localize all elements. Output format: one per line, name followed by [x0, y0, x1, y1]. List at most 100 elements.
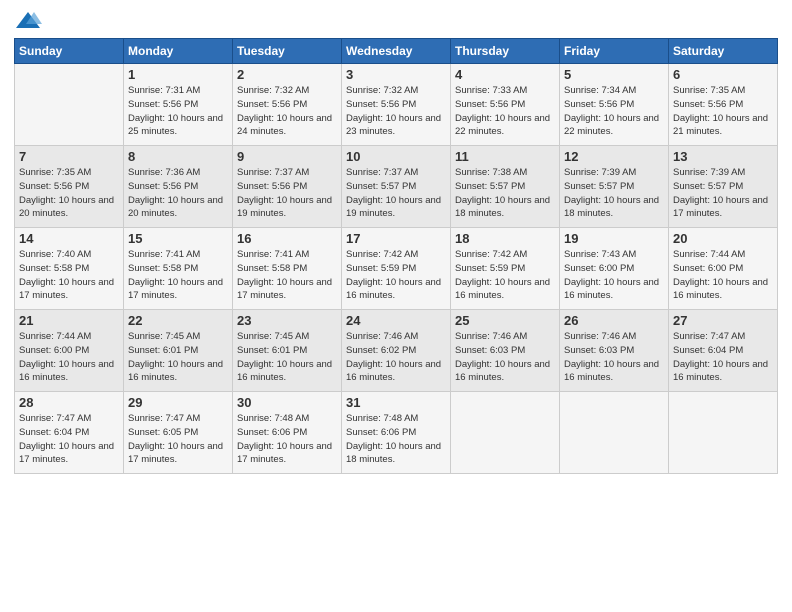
- calendar-cell: 1 Sunrise: 7:31 AMSunset: 5:56 PMDaylight…: [124, 64, 233, 146]
- day-detail: Sunrise: 7:46 AMSunset: 6:03 PMDaylight:…: [564, 330, 664, 385]
- day-number: 5: [564, 67, 664, 82]
- column-header-saturday: Saturday: [669, 39, 778, 64]
- day-number: 21: [19, 313, 119, 328]
- day-number: 7: [19, 149, 119, 164]
- day-detail: Sunrise: 7:44 AMSunset: 6:00 PMDaylight:…: [673, 248, 773, 303]
- calendar-cell: 30 Sunrise: 7:48 AMSunset: 6:06 PMDayligh…: [233, 392, 342, 474]
- day-number: 4: [455, 67, 555, 82]
- day-detail: Sunrise: 7:37 AMSunset: 5:56 PMDaylight:…: [237, 166, 337, 221]
- calendar-cell: 3Sunrise: 7:32 AMSunset: 5:56 PMDaylight…: [342, 64, 451, 146]
- week-row-5: 28Sunrise: 7:47 AMSunset: 6:04 PMDayligh…: [15, 392, 778, 474]
- day-detail: Sunrise: 7:45 AMSunset: 6:01 PMDaylight:…: [237, 330, 337, 385]
- column-header-monday: Monday: [124, 39, 233, 64]
- day-number: 30: [237, 395, 337, 410]
- calendar-cell: 25 Sunrise: 7:46 AMSunset: 6:03 PMDayligh…: [451, 310, 560, 392]
- day-number: 10: [346, 149, 446, 164]
- column-header-friday: Friday: [560, 39, 669, 64]
- day-detail: Sunrise: 7:37 AMSunset: 5:57 PMDaylight:…: [346, 166, 446, 221]
- day-detail: Sunrise: 7:42 AMSunset: 5:59 PMDaylight:…: [455, 248, 555, 303]
- week-row-2: 7Sunrise: 7:35 AMSunset: 5:56 PMDaylight…: [15, 146, 778, 228]
- day-detail: Sunrise: 7:48 AMSunset: 6:06 PMDaylight:…: [346, 412, 446, 467]
- column-header-thursday: Thursday: [451, 39, 560, 64]
- day-number: 27: [673, 313, 773, 328]
- day-detail: Sunrise: 7:42 AMSunset: 5:59 PMDaylight:…: [346, 248, 446, 303]
- day-detail: Sunrise: 7:47 AMSunset: 6:04 PMDaylight:…: [19, 412, 119, 467]
- calendar-cell: 4 Sunrise: 7:33 AMSunset: 5:56 PMDaylight…: [451, 64, 560, 146]
- day-number: 15: [128, 231, 228, 246]
- calendar-table: SundayMondayTuesdayWednesdayThursdayFrid…: [14, 38, 778, 474]
- calendar-cell: 13Sunrise: 7:39 AMSunset: 5:57 PMDayligh…: [669, 146, 778, 228]
- day-number: 13: [673, 149, 773, 164]
- day-detail: Sunrise: 7:46 AMSunset: 6:03 PMDaylight:…: [455, 330, 555, 385]
- calendar-cell: 11Sunrise: 7:38 AMSunset: 5:57 PMDayligh…: [451, 146, 560, 228]
- day-number: 19: [564, 231, 664, 246]
- calendar-cell: 31 Sunrise: 7:48 AMSunset: 6:06 PMDayligh…: [342, 392, 451, 474]
- day-detail: Sunrise: 7:40 AMSunset: 5:58 PMDaylight:…: [19, 248, 119, 303]
- calendar-cell: 27Sunrise: 7:47 AMSunset: 6:04 PMDayligh…: [669, 310, 778, 392]
- week-row-3: 14 Sunrise: 7:40 AMSunset: 5:58 PMDayligh…: [15, 228, 778, 310]
- day-number: 29: [128, 395, 228, 410]
- day-detail: Sunrise: 7:34 AMSunset: 5:56 PMDaylight:…: [564, 84, 664, 139]
- day-number: 31: [346, 395, 446, 410]
- day-number: 11: [455, 149, 555, 164]
- day-detail: Sunrise: 7:44 AMSunset: 6:00 PMDaylight:…: [19, 330, 119, 385]
- day-number: 14: [19, 231, 119, 246]
- calendar-cell: [669, 392, 778, 474]
- day-number: 6: [673, 67, 773, 82]
- day-detail: Sunrise: 7:45 AMSunset: 6:01 PMDaylight:…: [128, 330, 228, 385]
- calendar-cell: 15Sunrise: 7:41 AMSunset: 5:58 PMDayligh…: [124, 228, 233, 310]
- day-detail: Sunrise: 7:32 AMSunset: 5:56 PMDaylight:…: [237, 84, 337, 139]
- day-number: 3: [346, 67, 446, 82]
- calendar-header: SundayMondayTuesdayWednesdayThursdayFrid…: [15, 39, 778, 64]
- column-header-sunday: Sunday: [15, 39, 124, 64]
- calendar-body: 1 Sunrise: 7:31 AMSunset: 5:56 PMDaylight…: [15, 64, 778, 474]
- calendar-cell: 17 Sunrise: 7:42 AMSunset: 5:59 PMDayligh…: [342, 228, 451, 310]
- calendar-cell: 22Sunrise: 7:45 AMSunset: 6:01 PMDayligh…: [124, 310, 233, 392]
- calendar-cell: 29 Sunrise: 7:47 AMSunset: 6:05 PMDayligh…: [124, 392, 233, 474]
- day-detail: Sunrise: 7:36 AMSunset: 5:56 PMDaylight:…: [128, 166, 228, 221]
- calendar-cell: 16 Sunrise: 7:41 AMSunset: 5:58 PMDayligh…: [233, 228, 342, 310]
- day-detail: Sunrise: 7:33 AMSunset: 5:56 PMDaylight:…: [455, 84, 555, 139]
- day-number: 24: [346, 313, 446, 328]
- calendar-cell: 21 Sunrise: 7:44 AMSunset: 6:00 PMDayligh…: [15, 310, 124, 392]
- day-number: 18: [455, 231, 555, 246]
- calendar-cell: 9 Sunrise: 7:37 AMSunset: 5:56 PMDaylight…: [233, 146, 342, 228]
- day-detail: Sunrise: 7:48 AMSunset: 6:06 PMDaylight:…: [237, 412, 337, 467]
- day-detail: Sunrise: 7:31 AMSunset: 5:56 PMDaylight:…: [128, 84, 228, 139]
- day-detail: Sunrise: 7:39 AMSunset: 5:57 PMDaylight:…: [564, 166, 664, 221]
- day-detail: Sunrise: 7:47 AMSunset: 6:05 PMDaylight:…: [128, 412, 228, 467]
- day-number: 2: [237, 67, 337, 82]
- day-detail: Sunrise: 7:35 AMSunset: 5:56 PMDaylight:…: [673, 84, 773, 139]
- day-number: 25: [455, 313, 555, 328]
- day-detail: Sunrise: 7:41 AMSunset: 5:58 PMDaylight:…: [237, 248, 337, 303]
- day-number: 8: [128, 149, 228, 164]
- calendar-cell: 6 Sunrise: 7:35 AMSunset: 5:56 PMDaylight…: [669, 64, 778, 146]
- calendar-cell: 23 Sunrise: 7:45 AMSunset: 6:01 PMDayligh…: [233, 310, 342, 392]
- day-number: 16: [237, 231, 337, 246]
- day-number: 26: [564, 313, 664, 328]
- day-detail: Sunrise: 7:46 AMSunset: 6:02 PMDaylight:…: [346, 330, 446, 385]
- day-number: 1: [128, 67, 228, 82]
- column-header-tuesday: Tuesday: [233, 39, 342, 64]
- calendar-cell: [15, 64, 124, 146]
- calendar-cell: 28Sunrise: 7:47 AMSunset: 6:04 PMDayligh…: [15, 392, 124, 474]
- calendar-cell: 18 Sunrise: 7:42 AMSunset: 5:59 PMDayligh…: [451, 228, 560, 310]
- calendar-cell: 5 Sunrise: 7:34 AMSunset: 5:56 PMDaylight…: [560, 64, 669, 146]
- week-row-4: 21 Sunrise: 7:44 AMSunset: 6:00 PMDayligh…: [15, 310, 778, 392]
- header-row-days: SundayMondayTuesdayWednesdayThursdayFrid…: [15, 39, 778, 64]
- calendar-cell: 2 Sunrise: 7:32 AMSunset: 5:56 PMDaylight…: [233, 64, 342, 146]
- day-number: 23: [237, 313, 337, 328]
- day-number: 20: [673, 231, 773, 246]
- day-detail: Sunrise: 7:43 AMSunset: 6:00 PMDaylight:…: [564, 248, 664, 303]
- calendar-cell: 14 Sunrise: 7:40 AMSunset: 5:58 PMDayligh…: [15, 228, 124, 310]
- column-header-wednesday: Wednesday: [342, 39, 451, 64]
- day-number: 9: [237, 149, 337, 164]
- calendar-cell: 19 Sunrise: 7:43 AMSunset: 6:00 PMDayligh…: [560, 228, 669, 310]
- logo: [14, 10, 46, 32]
- calendar-container: SundayMondayTuesdayWednesdayThursdayFrid…: [0, 0, 792, 484]
- calendar-cell: 8 Sunrise: 7:36 AMSunset: 5:56 PMDaylight…: [124, 146, 233, 228]
- calendar-cell: 7Sunrise: 7:35 AMSunset: 5:56 PMDaylight…: [15, 146, 124, 228]
- logo-icon: [14, 10, 42, 32]
- calendar-cell: 10 Sunrise: 7:37 AMSunset: 5:57 PMDayligh…: [342, 146, 451, 228]
- day-number: 17: [346, 231, 446, 246]
